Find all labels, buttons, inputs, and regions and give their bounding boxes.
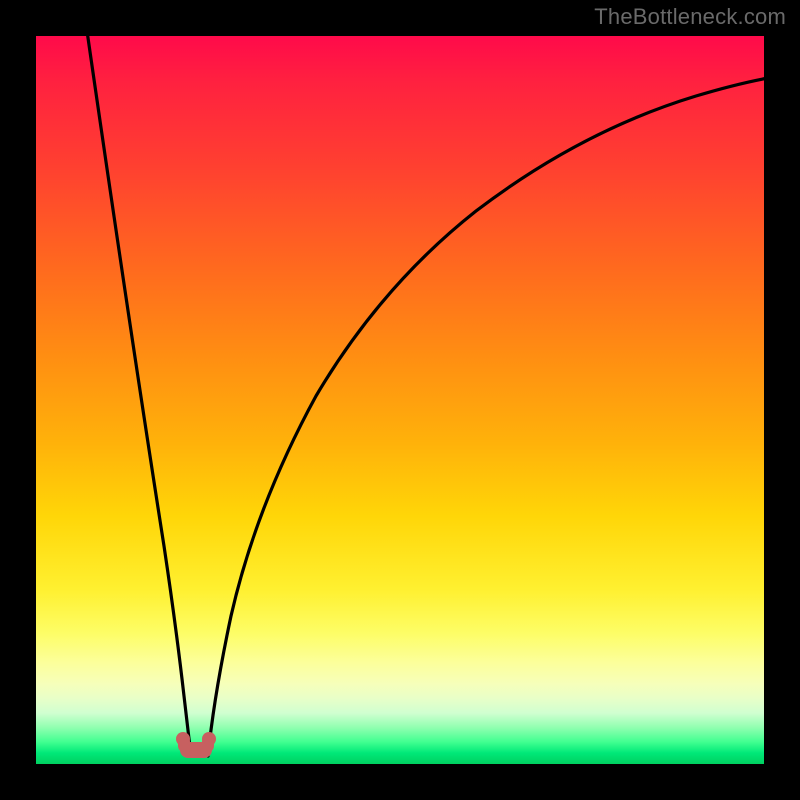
chart-frame: TheBottleneck.com (0, 0, 800, 800)
curve-left-branch (87, 31, 191, 756)
minimum-marker-left-stem (178, 736, 190, 752)
watermark-text: TheBottleneck.com (594, 4, 786, 30)
minimum-marker-right-stem (202, 736, 214, 752)
curve-right-branch (208, 78, 768, 756)
minimum-marker (176, 732, 216, 760)
plot-area (36, 36, 764, 764)
bottleneck-curve (36, 36, 764, 764)
